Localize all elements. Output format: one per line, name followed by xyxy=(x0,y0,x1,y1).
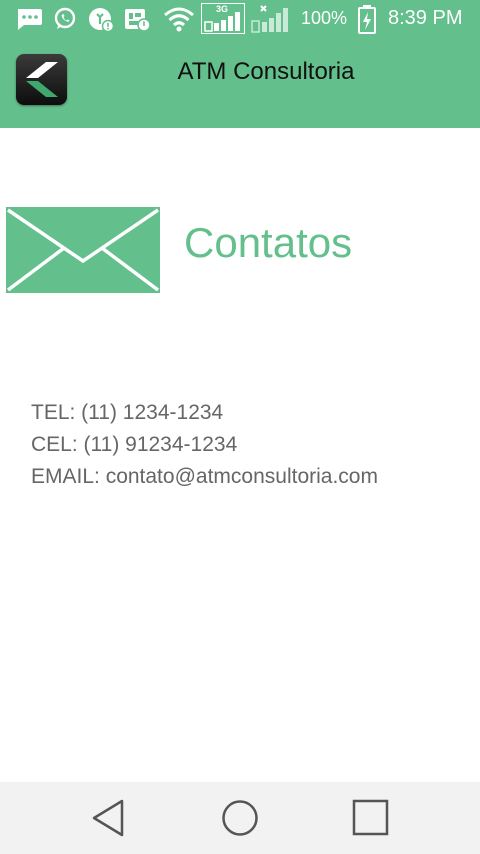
phone-line: TEL: (11) 1234-1234 xyxy=(31,401,224,424)
clock: 8:39 PM xyxy=(388,7,463,29)
whatsapp-icon xyxy=(54,7,76,29)
cellphone-line: CEL: (11) 91234-1234 xyxy=(31,433,238,456)
nav-back-icon[interactable] xyxy=(90,798,126,838)
signal-icon xyxy=(204,12,240,32)
status-bar: 3G 100% 8:39 PM xyxy=(0,0,480,38)
notification-icon xyxy=(89,8,114,33)
email-line: EMAIL: contato@atmconsultoria.com xyxy=(31,465,378,488)
signal-x-icon xyxy=(251,5,288,33)
nav-recents-icon[interactable] xyxy=(351,798,391,838)
battery-percent: 100% xyxy=(301,8,348,28)
screen: 3G 100% 8:39 PM ATM Consultoria Contatos… xyxy=(0,0,480,854)
page-heading: Contatos xyxy=(184,219,353,266)
app-title: ATM Consultoria xyxy=(177,58,355,85)
navigation-bar xyxy=(0,782,480,854)
wifi-icon xyxy=(164,7,194,32)
nav-home-icon[interactable] xyxy=(220,798,260,838)
envelope-icon xyxy=(6,207,160,293)
sim-icon xyxy=(125,9,151,32)
app-bar: ATM Consultoria xyxy=(0,38,480,128)
message-icon xyxy=(18,9,42,30)
battery-charging-icon xyxy=(358,5,376,34)
signal-3g-indicator: 3G xyxy=(201,3,245,34)
contact-info: TEL: (11) 1234-1234 CEL: (11) 91234-1234… xyxy=(31,397,378,493)
